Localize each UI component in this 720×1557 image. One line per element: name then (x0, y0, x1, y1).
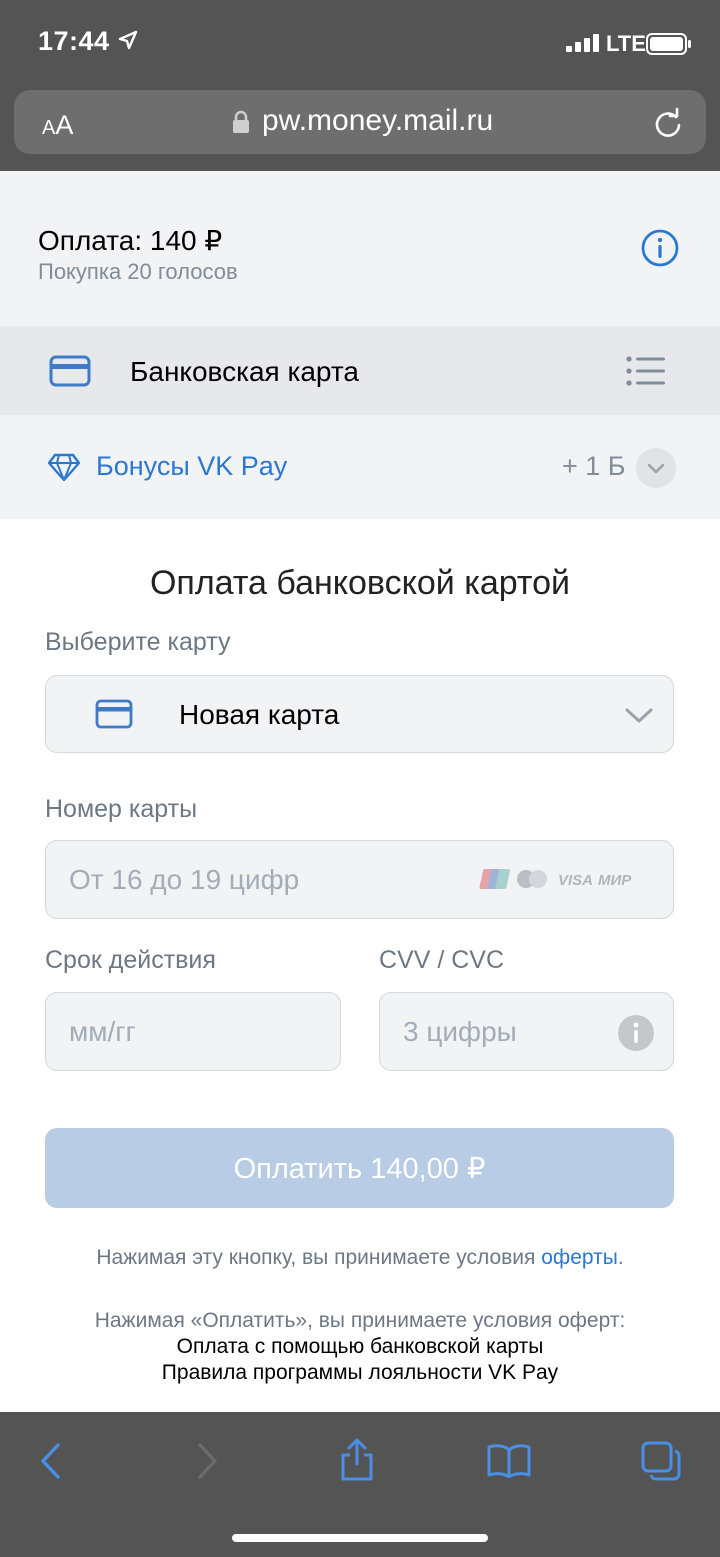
offer-link[interactable]: оферты (541, 1246, 618, 1269)
battery-icon (646, 33, 691, 55)
reload-icon[interactable] (652, 107, 684, 139)
card-number-label: Номер карты (45, 795, 198, 823)
chevron-down-icon (625, 708, 653, 723)
location-arrow-icon (118, 30, 138, 50)
url-text[interactable]: pw.money.mail.ru (262, 104, 493, 138)
payment-method-row[interactable] (0, 326, 720, 415)
bank-card-icon (49, 355, 91, 387)
bonus-value: + 1 Б (562, 451, 626, 481)
card-select-value: Новая карта (179, 699, 340, 730)
bookmarks-icon[interactable] (486, 1442, 532, 1478)
lock-icon (233, 110, 249, 133)
form-heading: Оплата банковской картой (149, 564, 571, 602)
terms-offer-note: Нажимая эту кнопку, вы принимаете услови… (96, 1246, 624, 1269)
expiry-placeholder: мм/гг (69, 1016, 136, 1047)
back-icon[interactable] (38, 1442, 64, 1480)
info-icon[interactable] (640, 228, 680, 268)
card-number-placeholder: От 16 до 19 цифр (69, 864, 300, 895)
forward-icon[interactable] (194, 1442, 220, 1480)
card-payment-offer-link[interactable]: Оплата с помощью банковской карты (0, 1335, 720, 1359)
diamond-icon (47, 453, 81, 482)
select-card-label: Выберите карту (45, 628, 231, 656)
payment-description: Покупка 20 голосов (38, 259, 238, 284)
card-select[interactable] (45, 675, 674, 753)
list-icon[interactable] (626, 356, 666, 386)
reader-text-size-button[interactable]: AA (42, 110, 73, 141)
network-type: LTE (606, 31, 646, 56)
payment-method-label: Банковская карта (130, 356, 359, 387)
pay-button[interactable]: Оплатить 140,00 ₽ (45, 1128, 674, 1208)
share-icon[interactable] (338, 1436, 376, 1482)
status-time: 17:44 (38, 26, 110, 56)
cvv-placeholder: 3 цифры (403, 1016, 517, 1047)
bonus-expand-button[interactable] (636, 448, 676, 488)
payment-amount-title: Оплата: 140 ₽ (38, 225, 223, 256)
loyalty-rules-link[interactable]: Правила программы лояльности VK Pay (0, 1361, 720, 1385)
svg-text:МИР: МИР (598, 872, 632, 889)
expiry-label: Срок действия (45, 946, 216, 974)
card-brands-icon: VISA МИР (479, 869, 632, 889)
chevron-down-icon (647, 463, 665, 474)
bank-card-icon (95, 699, 133, 729)
home-indicator (232, 1534, 488, 1542)
bonus-label[interactable]: Бонусы VK Pay (96, 451, 287, 482)
cvv-info-icon[interactable] (617, 1014, 655, 1052)
cvv-label: CVV / CVC (379, 946, 505, 974)
terms-offers-note: Нажимая «Оплатить», вы принимаете услови… (94, 1309, 626, 1332)
cellular-signal-icon (566, 34, 599, 52)
svg-text:VISA: VISA (558, 872, 593, 889)
tabs-icon[interactable] (640, 1440, 682, 1482)
